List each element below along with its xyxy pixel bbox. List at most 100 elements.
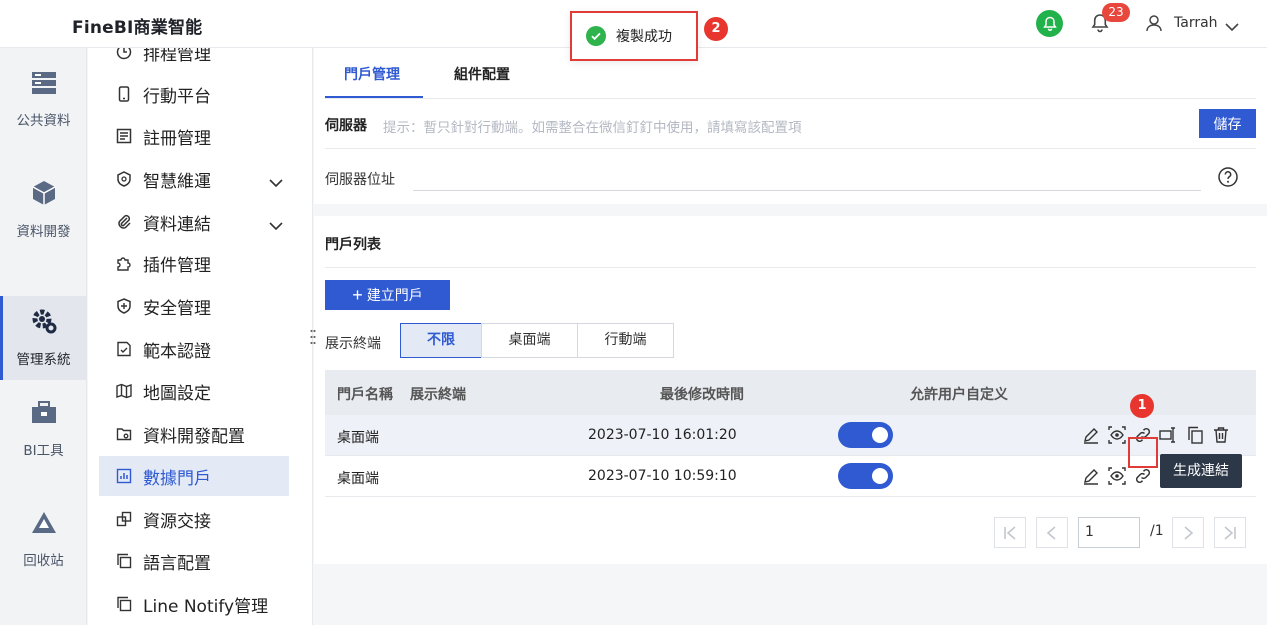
paperclip-icon <box>115 213 133 231</box>
portal-list-title: 門戶列表 <box>325 237 381 253</box>
nav-item-data-portal[interactable]: 數據門戶 <box>99 456 289 496</box>
nav-item-label: 行動平台 <box>143 86 211 107</box>
nav-item-registration[interactable]: 註冊管理 <box>99 116 289 156</box>
step-marker-1: 1 <box>1130 394 1154 418</box>
edit-icon[interactable] <box>1081 425 1101 445</box>
preview-icon[interactable] <box>1107 466 1127 486</box>
nav-item-mobile-platform[interactable]: 行動平台 <box>99 74 289 114</box>
green-bell-icon[interactable] <box>1036 10 1063 37</box>
first-page-button[interactable] <box>994 517 1026 548</box>
nav-item-schedule[interactable]: 排程管理 <box>99 48 289 72</box>
portal-list-card: 門戶列表 + 建立門戶 展示終端 不限 桌面端 行動端 門戶名稱 展示終端 最後… <box>310 216 1267 564</box>
register-icon <box>115 127 133 145</box>
edit-icon[interactable] <box>1081 466 1101 486</box>
column-header-modified: 最後修改時間 <box>660 387 744 403</box>
rename-icon[interactable] <box>1159 425 1179 445</box>
nav-item-label: 語言配置 <box>143 553 211 574</box>
nav-item-language-config[interactable]: 語言配置 <box>99 541 289 581</box>
portal-modified-time: 2023-07-10 10:59:10 <box>588 468 737 484</box>
clock-icon <box>115 48 133 61</box>
nav-item-data-connection[interactable]: 資料連結 <box>99 202 289 242</box>
rail-item-public-data[interactable]: 公共資料 <box>0 58 87 142</box>
nav-item-label: 資源交接 <box>143 511 211 532</box>
column-header-terminal: 展示終端 <box>410 387 466 403</box>
nav-item-label: 數據門戶 <box>143 468 211 489</box>
nav-item-map-settings[interactable]: 地圖設定 <box>99 371 289 411</box>
save-button[interactable]: 儲存 <box>1199 109 1256 138</box>
chevron-down-icon[interactable] <box>1225 17 1239 32</box>
page-number-input[interactable]: 1 <box>1078 517 1140 548</box>
copy-pages-icon <box>115 552 133 570</box>
nav-item-label: 排程管理 <box>143 48 211 65</box>
nav-item-plugins[interactable]: 插件管理 <box>99 243 289 283</box>
copy-success-toast: 複製成功 <box>570 11 698 61</box>
toolbox-icon <box>31 401 57 429</box>
nav-item-security[interactable]: 安全管理 <box>99 286 289 326</box>
nav-item-template-cert[interactable]: 範本認證 <box>99 329 289 369</box>
link-icon[interactable] <box>1133 466 1153 486</box>
main-content: 門戶管理 組件配置 伺服器 提示：暫只針對行動端。如需整合在微信釘釘中使用，請填… <box>310 48 1267 625</box>
trash-icon[interactable] <box>1211 425 1231 445</box>
handover-icon <box>115 510 133 528</box>
cube-icon <box>31 180 57 210</box>
allow-custom-toggle[interactable] <box>838 422 893 448</box>
segment-desktop[interactable]: 桌面端 <box>481 323 578 358</box>
user-name[interactable]: Tarrah <box>1174 15 1218 31</box>
brand-logo[interactable]: FineBI商業智能 <box>72 13 202 38</box>
rail-item-admin-system[interactable]: 管理系統 <box>0 296 87 380</box>
tab-component-config[interactable]: 組件配置 <box>454 64 510 84</box>
tabs-divider <box>325 98 1256 99</box>
rail-item-label: 回收站 <box>23 553 64 569</box>
segment-all[interactable]: 不限 <box>400 323 482 358</box>
nav-item-data-dev-config[interactable]: 資料開發配置 <box>99 414 289 454</box>
generate-link-tooltip: 生成連結 <box>1160 454 1242 488</box>
map-icon <box>115 382 133 400</box>
divider <box>325 148 1256 149</box>
check-circle-icon <box>586 26 606 46</box>
rail-item-label: 公共資料 <box>16 113 71 129</box>
shield-icon <box>115 297 133 315</box>
plus-icon: + <box>352 285 363 305</box>
table-header: 門戶名稱 展示終端 最後修改時間 允許用户自定义 <box>325 370 1256 415</box>
chevron-down-icon[interactable] <box>269 216 283 231</box>
segment-mobile[interactable]: 行動端 <box>577 323 674 358</box>
rail-item-recycle-bin[interactable]: 回收站 <box>0 498 87 582</box>
next-page-button[interactable] <box>1172 517 1204 548</box>
folder-gear-icon <box>115 425 133 443</box>
notification-count-badge: 23 <box>1102 3 1130 22</box>
nav-item-label: 資料開發配置 <box>143 426 245 447</box>
nav-item-resource-handover[interactable]: 資源交接 <box>99 499 289 539</box>
nav-item-label: 資料連結 <box>143 214 211 235</box>
server-address-label: 伺服器位址 <box>325 172 395 188</box>
allow-custom-toggle[interactable] <box>838 463 893 489</box>
server-address-input[interactable] <box>413 165 1201 191</box>
link-icon-highlight <box>1128 437 1158 468</box>
copy-icon[interactable] <box>1185 425 1205 445</box>
nav-item-line-notify[interactable]: Line Notify管理 <box>99 584 289 624</box>
last-page-button[interactable] <box>1214 517 1246 548</box>
divider <box>325 267 1256 268</box>
chevron-down-icon[interactable] <box>269 173 283 188</box>
nav-item-label: 插件管理 <box>143 255 211 276</box>
rail-item-bi-tools[interactable]: BI工具 <box>0 388 87 472</box>
nav-item-smart-ops[interactable]: 智慧維運 <box>99 159 289 199</box>
column-header-name: 門戶名稱 <box>337 387 393 403</box>
tab-portal-management[interactable]: 門戶管理 <box>344 64 400 84</box>
help-circle-icon[interactable] <box>1217 166 1239 188</box>
drag-handle-icon[interactable] <box>310 328 316 346</box>
user-avatar-icon[interactable] <box>1145 14 1163 32</box>
table-row[interactable]: 桌面端 2023-07-10 16:01:20 <box>325 415 1256 456</box>
rail-item-label: 管理系統 <box>16 352 71 368</box>
rail-item-data-dev[interactable]: 資料開發 <box>0 168 87 252</box>
mobile-icon <box>115 85 133 103</box>
preview-icon[interactable] <box>1107 425 1127 445</box>
table-row[interactable]: 桌面端 2023-07-10 10:59:10 <box>325 456 1256 497</box>
server-label: 伺服器 <box>325 118 367 134</box>
terminal-filter-label: 展示終端 <box>325 336 381 352</box>
create-portal-button[interactable]: + 建立門戶 <box>325 280 450 310</box>
nav-item-label: 安全管理 <box>143 298 211 319</box>
prev-page-button[interactable] <box>1036 517 1068 548</box>
portal-name: 桌面端 <box>337 430 379 446</box>
puzzle-icon <box>115 254 133 272</box>
page-total: /1 <box>1150 523 1164 539</box>
